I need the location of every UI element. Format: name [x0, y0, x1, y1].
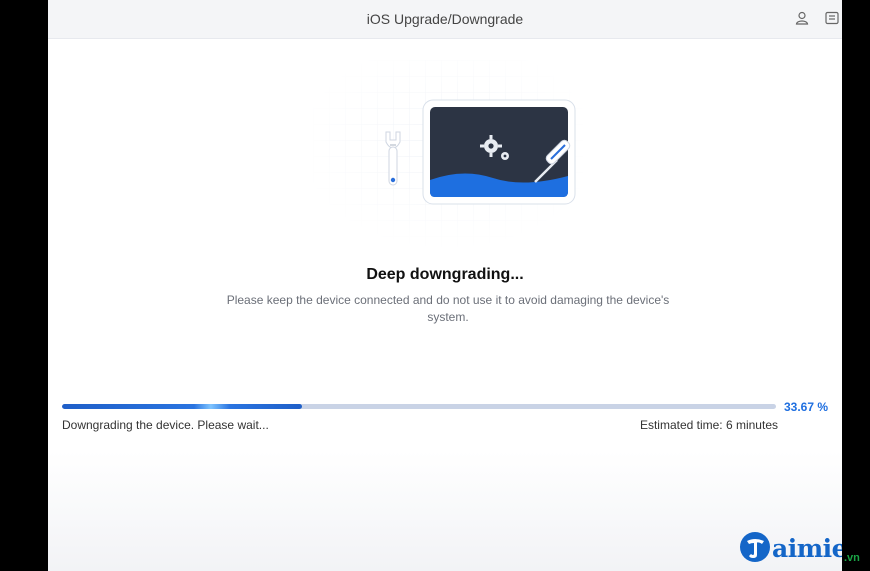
estimated-time: Estimated time: 6 minutes [639, 418, 778, 432]
watermark-suffix: .vn [844, 552, 860, 564]
progress-percent: 33.67 % [784, 400, 829, 414]
progress-fill [62, 404, 303, 409]
watermark: aimienphi [738, 524, 842, 564]
bottom-area [48, 451, 842, 571]
user-icon[interactable] [792, 8, 812, 28]
titlebar-icons [792, 8, 842, 28]
app-window: iOS Upgrade/Downgrade Deep downgrading..… [48, 0, 842, 571]
status-heading: Deep downgrading... [366, 266, 524, 283]
window-title: iOS Upgrade/Downgrade [366, 11, 524, 27]
title-bar: iOS Upgrade/Downgrade [48, 0, 842, 39]
watermark-brand: aimienphi [772, 534, 842, 563]
progress-status: Downgrading the device. Please wait... [62, 418, 269, 432]
menu-icon[interactable] [822, 8, 842, 28]
progress-bar [62, 404, 776, 409]
watermark-logo-icon [738, 530, 772, 564]
downgrade-illustration [313, 60, 583, 250]
status-description: Please keep the device connected and do … [226, 293, 670, 324]
